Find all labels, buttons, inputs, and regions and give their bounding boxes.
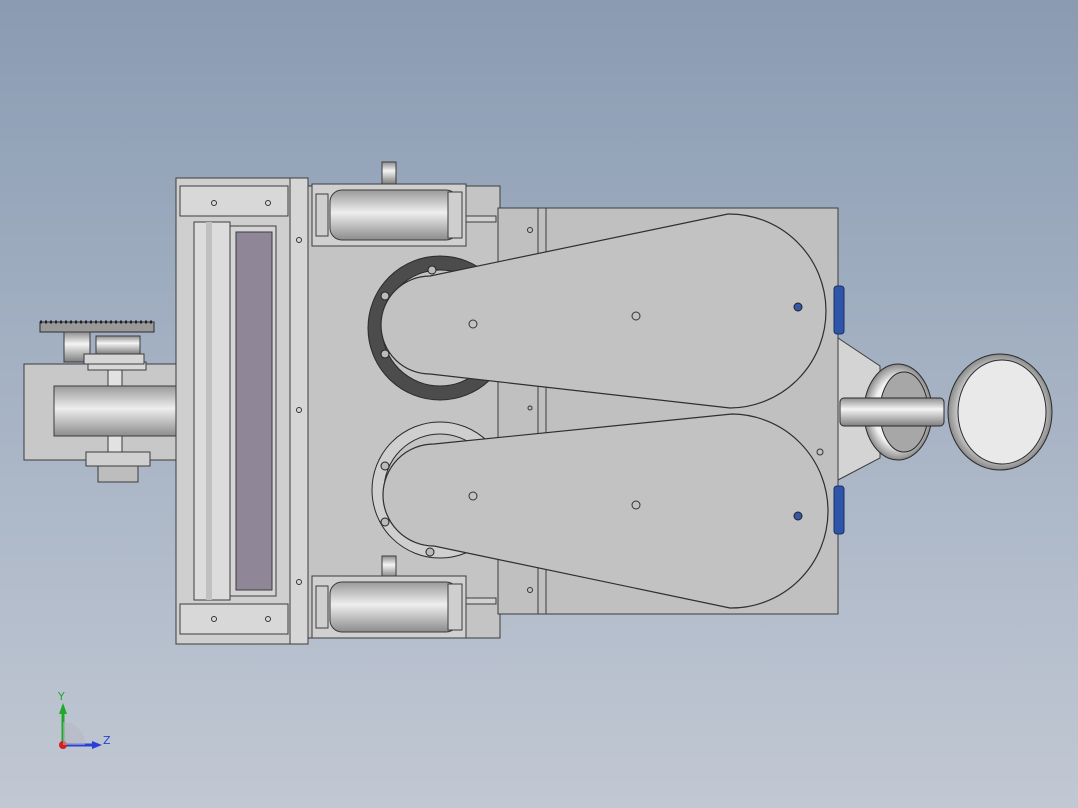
left-frame[interactable]	[175, 177, 309, 645]
nozzle-assembly[interactable]	[816, 337, 1053, 481]
blue-clamp-top	[833, 285, 845, 335]
y-axis-label: Y	[57, 690, 65, 703]
sprocket-icon	[39, 320, 155, 365]
filter-pad	[235, 231, 273, 591]
cad-model[interactable]: Y Z	[0, 0, 1078, 808]
coordinate-triad: Y Z	[57, 690, 111, 749]
z-axis-label: Z	[103, 734, 111, 747]
motor-assembly[interactable]	[23, 320, 179, 483]
blue-clamp-bottom	[833, 485, 845, 535]
graphics-viewport[interactable]: Y Z	[0, 0, 1078, 808]
